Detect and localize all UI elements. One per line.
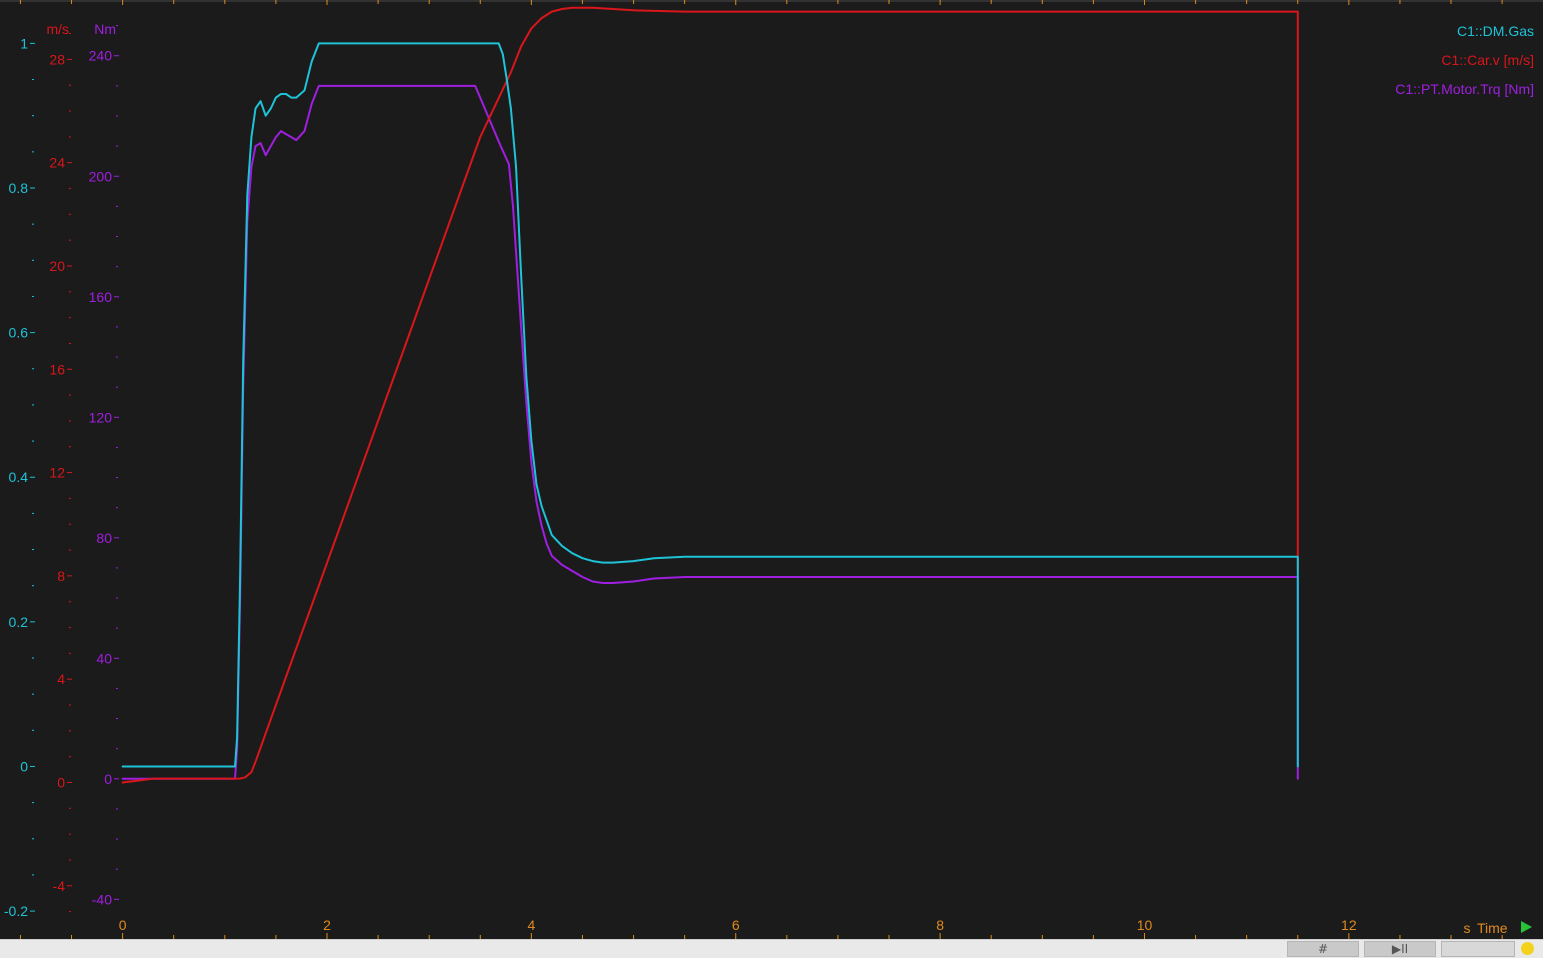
torque-tick-label: 240 <box>89 48 113 64</box>
x-tick-label: 6 <box>732 917 740 933</box>
speed-tick-label: 8 <box>57 568 65 584</box>
bottom-toolbar: # ▶II <box>0 939 1543 958</box>
speed-unit-label: m/s <box>46 21 69 37</box>
legend-gas[interactable]: C1::DM.Gas <box>1457 23 1534 39</box>
x-tick-label: 2 <box>323 917 331 933</box>
torque-tick-label: -40 <box>92 891 112 907</box>
gas-tick-label: 0.4 <box>9 469 29 485</box>
torque-tick-label: 80 <box>96 530 112 546</box>
play-arrow-icon <box>1521 921 1532 933</box>
speed-tick-label: 28 <box>49 51 65 67</box>
x-tick-label: 10 <box>1137 917 1153 933</box>
speed-tick-label: 20 <box>49 258 65 274</box>
grid-icon: # <box>1317 942 1329 956</box>
speed-tick-label: 4 <box>57 671 65 687</box>
grid-toggle-button[interactable]: # <box>1287 941 1359 957</box>
speed-tick-label: 16 <box>49 361 65 377</box>
gas-tick-label: 0.8 <box>9 180 29 196</box>
series-line-speed <box>121 6 1299 784</box>
legend-torque[interactable]: C1::PT.Motor.Trq [Nm] <box>1395 81 1534 97</box>
gas-tick-label: 0.6 <box>9 325 29 341</box>
play-pause-button[interactable]: ▶II <box>1364 941 1436 957</box>
torque-unit-label: Nm <box>94 21 116 37</box>
x-tick-label: 8 <box>936 917 944 933</box>
speed-tick-label: -4 <box>53 878 66 894</box>
torque-tick-label: 120 <box>89 409 113 425</box>
gas-tick-label: 0.2 <box>9 614 29 630</box>
signal-plot[interactable]: -0.200.20.40.60.81-40481216202428m/s-400… <box>0 0 1543 940</box>
x-tick-label: 0 <box>119 917 127 933</box>
range-button[interactable] <box>1441 941 1515 957</box>
torque-tick-label: 0 <box>104 771 112 787</box>
x-unit-label: s <box>1464 920 1471 936</box>
gas-tick-label: 0 <box>20 758 28 774</box>
speed-tick-label: 12 <box>49 465 65 481</box>
gas-tick-label: 1 <box>20 35 28 51</box>
play-pause-icon: ▶II <box>1391 942 1409 956</box>
speed-tick-label: 0 <box>57 774 65 790</box>
series-line-gas <box>121 42 1299 768</box>
legend-speed[interactable]: C1::Car.v [m/s] <box>1441 52 1534 68</box>
series-line-torque <box>121 84 1299 780</box>
torque-tick-label: 40 <box>96 650 112 666</box>
x-tick-label: 4 <box>527 917 535 933</box>
gas-tick-label: -0.2 <box>4 903 28 919</box>
x-tick-label: 12 <box>1341 917 1357 933</box>
x-axis-label: Time <box>1477 920 1508 936</box>
speed-tick-label: 24 <box>49 155 65 171</box>
torque-tick-label: 160 <box>89 289 113 305</box>
status-dot-icon <box>1521 942 1534 955</box>
torque-tick-label: 200 <box>89 168 113 184</box>
